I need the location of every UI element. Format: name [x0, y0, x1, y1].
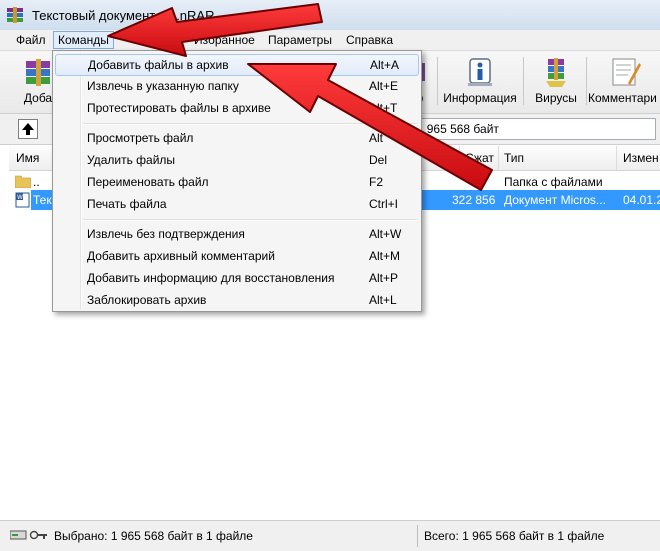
menu-item-shortcut: Alt+E: [369, 79, 399, 93]
menu-item-label: Протестировать файлы в архиве: [87, 101, 271, 115]
word-document-icon: W: [15, 192, 31, 214]
menu-item-add-recovery[interactable]: Добавить информацию для восстановления A…: [55, 267, 417, 289]
menu-commands[interactable]: Команды: [53, 31, 114, 49]
winrar-app-icon: [6, 7, 24, 23]
menu-item-test[interactable]: Протестировать файлы в архиве Alt+T: [55, 97, 417, 119]
menu-item-shortcut: Alt+L: [369, 293, 397, 307]
menu-item-label: Добавить информацию для восстановления: [87, 271, 335, 285]
menu-item-shortcut: Alt+A: [370, 58, 400, 72]
comment-button[interactable]: Комментари: [588, 55, 660, 105]
toolbar-separator: [437, 57, 438, 105]
menu-item-print[interactable]: Печать файла Ctrl+I: [55, 193, 417, 215]
comment-icon: [606, 55, 642, 89]
menu-item-view[interactable]: Просмотреть файл Alt: [55, 127, 417, 149]
menu-item-label: Просмотреть файл: [87, 131, 194, 145]
column-packed[interactable]: Сжат: [465, 151, 494, 165]
column-separator: [616, 146, 617, 170]
status-separator: [417, 525, 418, 547]
file-name: ..: [33, 175, 40, 189]
menu-item-lock-archive[interactable]: Заблокировать архив Alt+L: [55, 289, 417, 311]
menu-item-shortcut: Alt+T: [369, 101, 398, 115]
column-type[interactable]: Тип: [504, 151, 524, 165]
menu-help[interactable]: Справка: [342, 32, 397, 48]
menu-item-label: Удалить файлы: [87, 153, 176, 167]
column-separator: [498, 146, 499, 170]
menu-options[interactable]: Параметры: [264, 32, 336, 48]
menu-file[interactable]: Файл: [12, 32, 50, 48]
info-icon: [462, 55, 498, 89]
menu-item-extract-no-confirm[interactable]: Извлечь без подтверждения Alt+W: [55, 223, 417, 245]
up-arrow-icon: [22, 123, 34, 135]
menu-item-shortcut: Del: [369, 153, 388, 167]
menu-item-extract-to[interactable]: Извлечь в указанную папку Alt+E: [55, 75, 417, 97]
column-name[interactable]: Имя: [16, 151, 39, 165]
menu-item-shortcut: F2: [369, 175, 384, 189]
add-archive-icon: [20, 55, 56, 89]
column-modified[interactable]: Измен: [623, 151, 659, 165]
menu-item-label: Извлечь без подтверждения: [87, 227, 245, 241]
menu-item-shortcut: Alt+P: [369, 271, 399, 285]
file-packed: 322 856: [452, 193, 496, 207]
menu-favorites[interactable]: Избранное: [190, 32, 259, 48]
menu-item-label: Печать файла: [87, 197, 167, 211]
toolbar-separator: [523, 57, 524, 105]
status-bar: Выбрано: 1 965 568 байт в 1 файле Всего:…: [0, 520, 660, 551]
file-modified: 04.01.2: [623, 193, 660, 207]
menu-separator: [83, 219, 417, 221]
menu-item-label: Добавить файлы в архив: [88, 58, 229, 72]
menu-item-delete[interactable]: Удалить файлы Del: [55, 149, 417, 171]
menu-item-shortcut: Alt+M: [369, 249, 401, 263]
menu-item-shortcut: Alt: [369, 131, 384, 145]
window-title: Текстовый документ.ra...nRAR: [32, 7, 215, 23]
virus-scan-button[interactable]: Вирусы: [530, 55, 582, 105]
commands-menu: Добавить файлы в архив Alt+A Извлечь в у…: [52, 50, 422, 312]
file-type: Папка с файлами: [504, 175, 603, 189]
menu-item-shortcut: Ctrl+I: [369, 197, 399, 211]
menu-item-label: Переименовать файл: [87, 175, 209, 189]
menu-item-add-comment[interactable]: Добавить архивный комментарий Alt+M: [55, 245, 417, 267]
status-total: Всего: 1 965 568 байт в 1 файле: [424, 529, 605, 543]
menu-item-label: Извлечь в указанную папку: [87, 79, 239, 93]
column-separator: [459, 146, 460, 170]
toolbar-separator: [586, 57, 587, 105]
menu-item-shortcut: Alt+W: [369, 227, 402, 241]
comment-button-label: Комментари: [588, 91, 657, 105]
file-type: Документ Micros...: [504, 193, 606, 207]
up-folder-button[interactable]: [18, 119, 38, 139]
info-button-label: Информация: [443, 91, 517, 105]
menu-separator: [83, 123, 417, 125]
drive-icon[interactable]: [9, 529, 48, 544]
menu-bar: Файл Команды Избранное Параметры Справка: [0, 30, 660, 51]
info-button[interactable]: Информация: [440, 55, 520, 105]
virus-scan-icon: [538, 55, 574, 89]
add-button-label: Доба: [23, 91, 53, 105]
add-button[interactable]: Доба: [20, 55, 56, 105]
title-bar: Текстовый документ.ra...nRAR: [0, 0, 660, 30]
menu-item-add-files[interactable]: Добавить файлы в архив Alt+A: [55, 54, 419, 76]
svg-text:W: W: [17, 194, 23, 201]
virus-scan-button-label: Вирусы: [535, 91, 577, 105]
menu-item-rename[interactable]: Переименовать файл F2: [55, 171, 417, 193]
menu-item-label: Добавить архивный комментарий: [87, 249, 275, 263]
status-selected: Выбрано: 1 965 568 байт в 1 файле: [54, 529, 253, 543]
menu-item-label: Заблокировать архив: [87, 293, 207, 307]
